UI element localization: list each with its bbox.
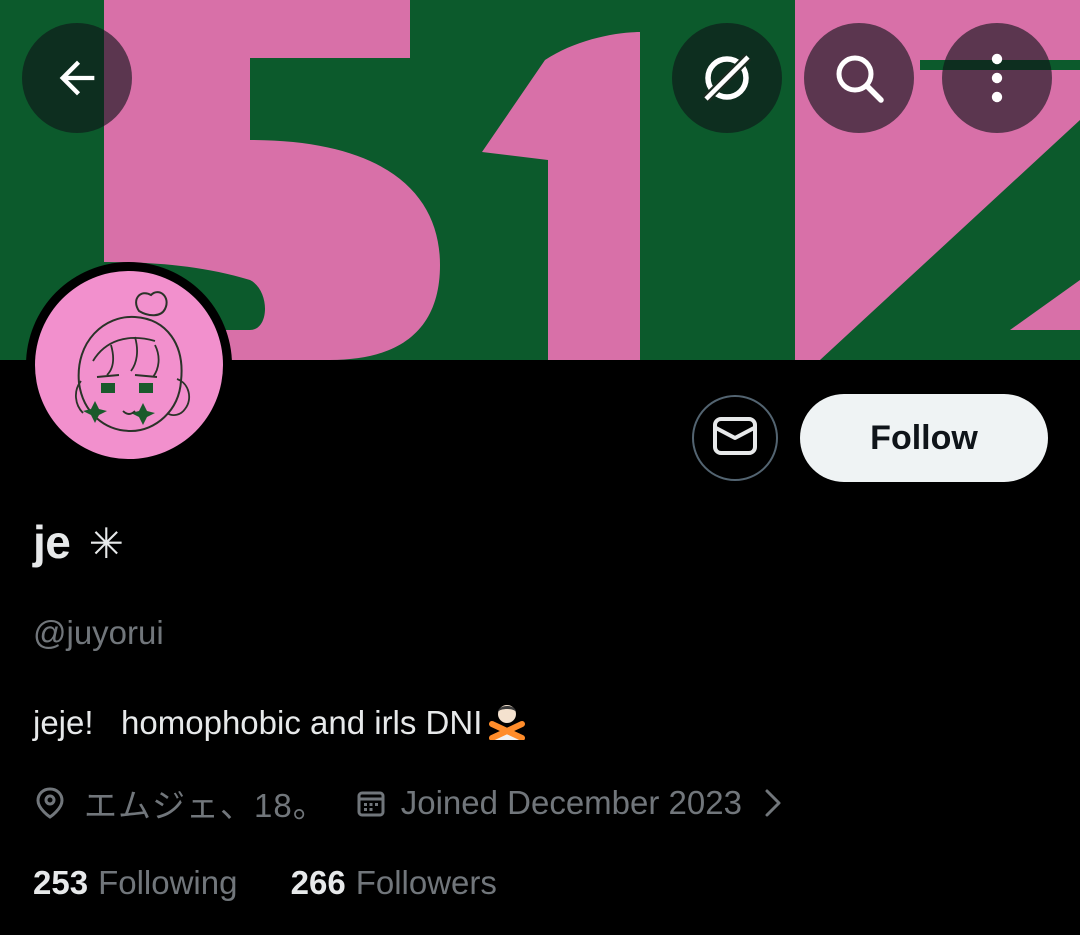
profile-avatar[interactable] xyxy=(26,262,232,468)
search-icon xyxy=(831,50,887,106)
followers-label: Followers xyxy=(355,864,497,901)
profile-location: エムジェ、18。 xyxy=(84,787,327,824)
display-name: je ✳ xyxy=(33,515,124,569)
user-handle: @juyorui xyxy=(33,614,164,651)
chevron-right-icon[interactable] xyxy=(764,788,782,818)
follow-button[interactable]: Follow xyxy=(800,394,1048,482)
following-label: Following xyxy=(98,864,238,901)
more-vertical-icon xyxy=(987,52,1007,104)
profile-stats: 253 Following 266 Followers xyxy=(33,864,497,902)
grok-icon xyxy=(697,48,757,108)
more-options-button[interactable] xyxy=(942,23,1052,133)
calendar-icon xyxy=(357,789,385,817)
message-button[interactable] xyxy=(692,395,778,481)
search-button[interactable] xyxy=(804,23,914,133)
location-pin-icon xyxy=(36,787,64,819)
back-arrow-icon xyxy=(51,52,103,104)
name-symbol: ✳ xyxy=(88,520,124,567)
grok-button[interactable] xyxy=(672,23,782,133)
profile-bio: jeje! homophobic and irls DNI xyxy=(33,700,528,748)
followers-link[interactable]: 266 Followers xyxy=(291,864,497,902)
follow-label: Follow xyxy=(870,418,978,457)
followers-count: 266 xyxy=(290,864,346,901)
joined-date: Joined December 2023 xyxy=(400,784,742,821)
profile-meta: エムジェ、18。 Joined December 2023 xyxy=(36,782,782,824)
display-name-text: je xyxy=(33,516,71,568)
back-button[interactable] xyxy=(22,23,132,133)
bio-text: jeje! homophobic and irls DNI xyxy=(33,704,483,741)
following-link[interactable]: 253 Following xyxy=(33,864,237,902)
mail-icon xyxy=(712,416,758,461)
avatar-image xyxy=(35,271,223,459)
person-gesturing-no-emoji xyxy=(486,700,528,748)
following-count: 253 xyxy=(33,864,89,901)
